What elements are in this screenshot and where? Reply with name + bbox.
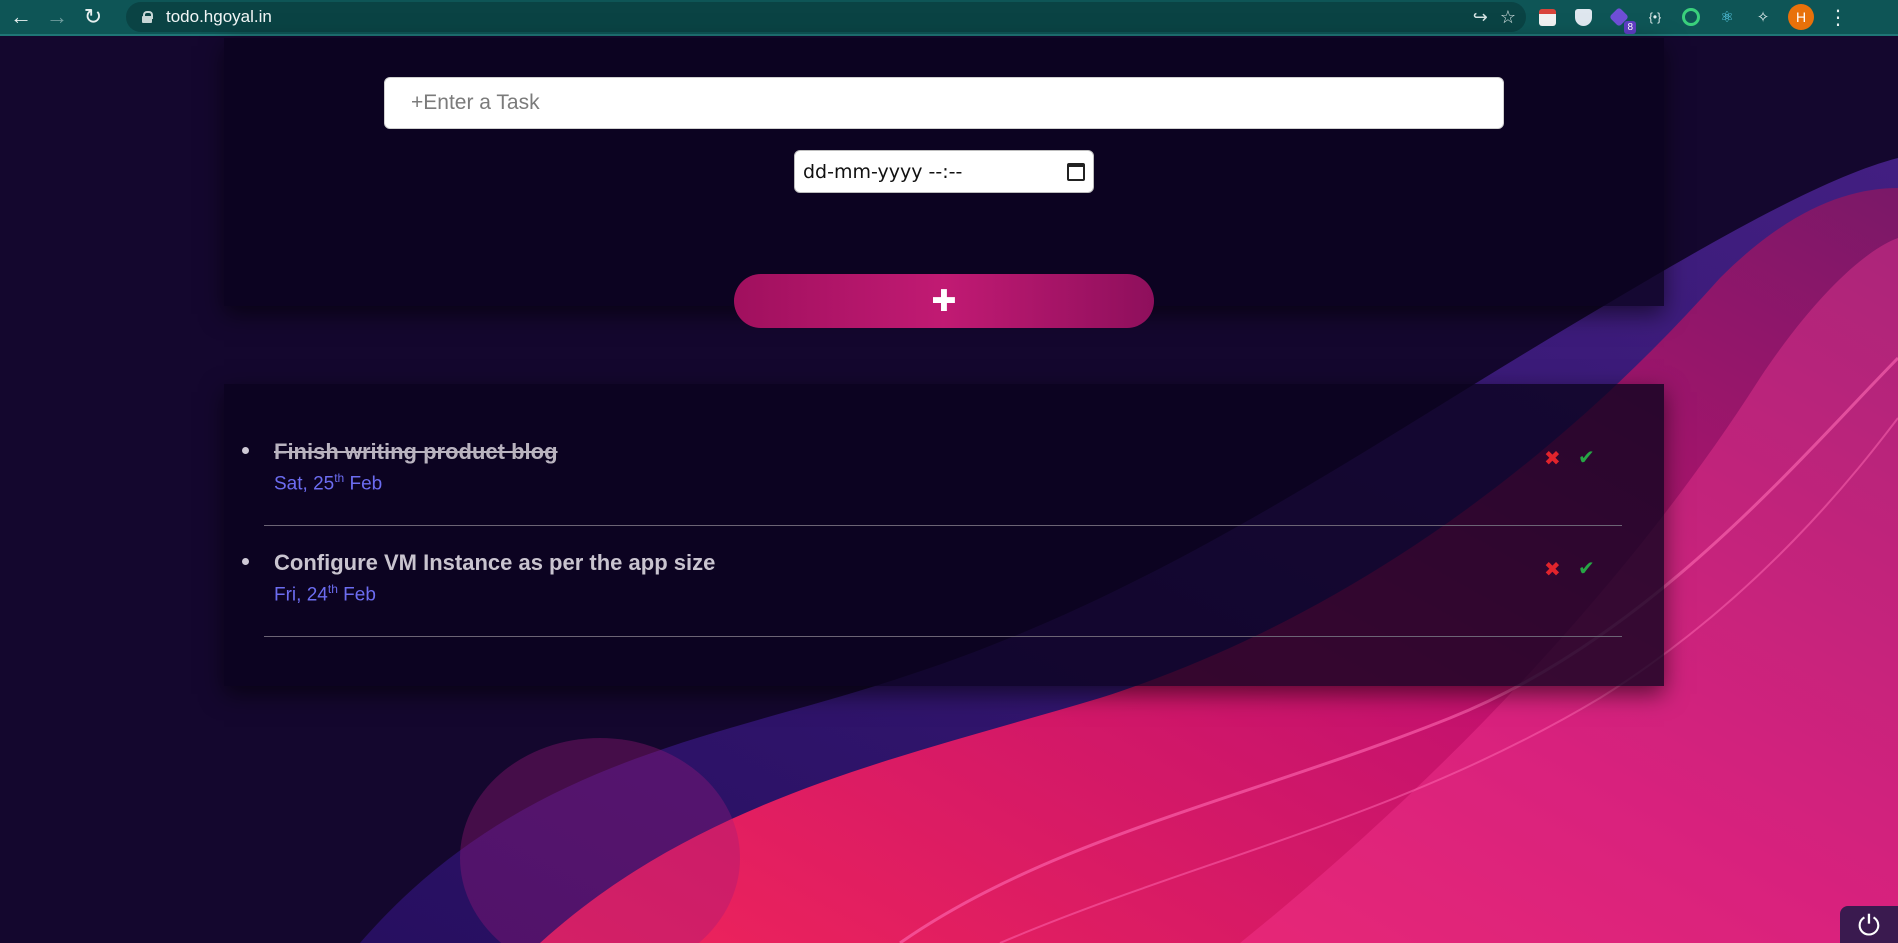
- add-task-button[interactable]: ✚: [734, 274, 1154, 328]
- task-input[interactable]: [384, 77, 1504, 129]
- menu-kebab-icon[interactable]: ⋮: [1828, 5, 1848, 30]
- address-bar[interactable]: todo.hgoyal.in ↪ ☆: [126, 2, 1526, 32]
- complete-check-icon[interactable]: ✔: [1578, 445, 1595, 470]
- braces-ext-icon[interactable]: {•}: [1644, 6, 1666, 28]
- task-date: Fri, 24th Feb: [274, 582, 376, 606]
- divider: [264, 636, 1622, 637]
- task-date-day: Sat, 25: [274, 473, 335, 495]
- target-ext-icon[interactable]: [1680, 6, 1702, 28]
- back-icon[interactable]: ←: [6, 2, 36, 32]
- browser-toolbar: ← → ↻ todo.hgoyal.in ↪ ☆ 8 {•} ⚛ ✧ H ⋮: [0, 0, 1898, 36]
- task-title: Configure VM Instance as per the app siz…: [274, 550, 716, 575]
- url-text: todo.hgoyal.in: [166, 7, 272, 26]
- extensions-icon[interactable]: ✧: [1752, 6, 1774, 28]
- task-title: Finish writing product blog: [274, 439, 558, 464]
- delete-icon[interactable]: ✖: [1544, 446, 1561, 471]
- forward-icon[interactable]: →: [42, 2, 72, 32]
- shield-ext-icon[interactable]: [1572, 6, 1594, 28]
- task-date-suffix: th: [334, 471, 345, 485]
- profile-avatar[interactable]: H: [1788, 4, 1814, 30]
- bullet-icon: [242, 558, 249, 565]
- extension-badge: 8: [1624, 21, 1636, 34]
- task-date-month: Feb: [337, 584, 376, 606]
- task-date-month: Feb: [344, 473, 383, 495]
- lock-icon[interactable]: [142, 11, 153, 23]
- reload-icon[interactable]: ↻: [78, 2, 108, 32]
- complete-check-icon[interactable]: ✔: [1578, 556, 1595, 581]
- task-list-card: [224, 384, 1664, 686]
- task-date: Sat, 25th Feb: [274, 471, 382, 495]
- react-ext-icon[interactable]: ⚛: [1716, 6, 1738, 28]
- puzzle-ext-icon[interactable]: 8: [1608, 6, 1636, 34]
- bullet-icon: [242, 447, 249, 454]
- power-icon[interactable]: ⏻: [1840, 906, 1898, 943]
- task-date-suffix: th: [327, 582, 338, 596]
- calendar-ext-icon[interactable]: [1536, 6, 1558, 28]
- share-icon[interactable]: ↪: [1473, 7, 1488, 28]
- task-date-day: Fri, 24: [274, 584, 328, 606]
- star-icon[interactable]: ☆: [1500, 7, 1516, 28]
- date-placeholder: dd-mm-yyyy --:--: [803, 160, 963, 183]
- delete-icon[interactable]: ✖: [1544, 557, 1561, 582]
- calendar-icon[interactable]: [1067, 162, 1085, 181]
- date-input[interactable]: dd-mm-yyyy --:--: [794, 150, 1094, 193]
- divider: [264, 525, 1622, 526]
